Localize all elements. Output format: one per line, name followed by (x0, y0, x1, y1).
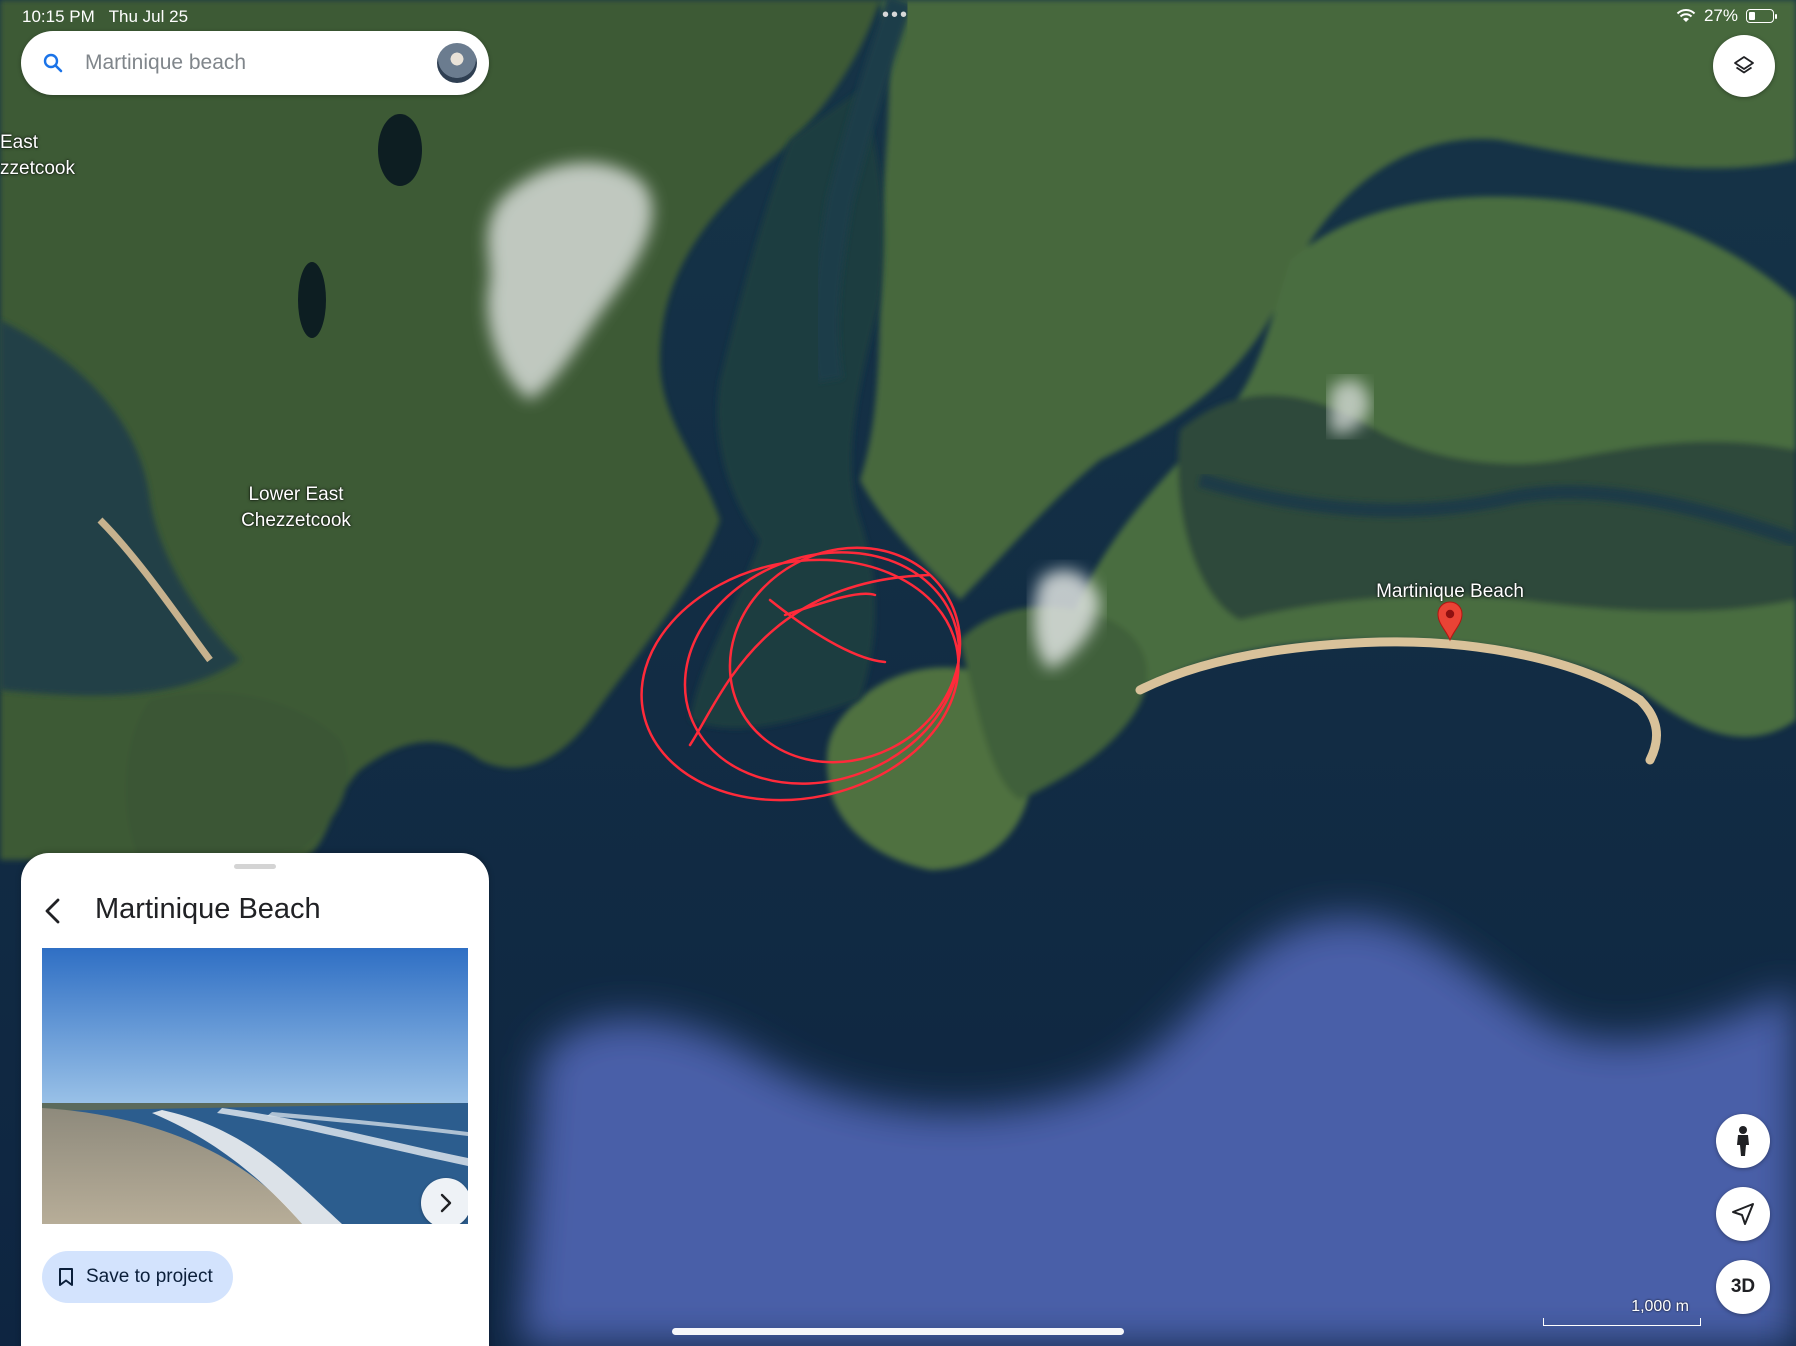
3d-toggle-button[interactable]: 3D (1716, 1260, 1770, 1314)
place-photo[interactable] (42, 948, 468, 1224)
save-to-project-button[interactable]: Save to project (42, 1251, 233, 1303)
home-indicator[interactable] (672, 1328, 1124, 1335)
search-bar[interactable] (21, 31, 489, 95)
avatar[interactable] (437, 43, 477, 83)
map-label-lower-east-chezzetcook[interactable]: Lower East Chezzetcook (230, 482, 362, 534)
back-button[interactable] (37, 895, 69, 927)
status-bar: 10:15 PM Thu Jul 25 ••• 27% (0, 0, 1796, 32)
layers-button[interactable] (1713, 35, 1775, 97)
battery-icon (1746, 9, 1777, 23)
status-right: 27% (1676, 6, 1777, 26)
map-scale: 1,000 m (1543, 1298, 1701, 1326)
search-icon (43, 53, 63, 73)
next-photo-button[interactable] (421, 1178, 468, 1224)
wifi-icon (1676, 9, 1696, 22)
map-label-east-chezzetcook[interactable]: East zzetcook (0, 130, 75, 182)
pegman-icon (1737, 1126, 1749, 1156)
search-input[interactable] (85, 51, 425, 75)
layers-icon (1734, 56, 1754, 74)
street-view-button[interactable] (1716, 1114, 1770, 1168)
scale-label: 1,000 m (1631, 1298, 1689, 1315)
drag-handle[interactable] (234, 864, 276, 869)
chevron-right-icon (440, 1193, 452, 1213)
multitasking-dots[interactable]: ••• (882, 4, 909, 27)
beach-photo (42, 948, 468, 1224)
place-title: Martinique Beach (95, 893, 321, 925)
map-label-martinique-beach[interactable]: Martinique Beach (1350, 579, 1550, 605)
navigation-arrow-icon (1732, 1203, 1754, 1225)
battery-percent: 27% (1703, 6, 1738, 25)
status-time: 10:15 PM Thu Jul 25 (22, 7, 189, 26)
bookmark-icon (59, 1268, 73, 1286)
save-to-project-label: Save to project (86, 1266, 213, 1287)
my-location-button[interactable] (1716, 1187, 1770, 1241)
scale-bar (1543, 1318, 1701, 1326)
chevron-left-icon (45, 898, 60, 924)
place-card[interactable]: Martinique Beach Save to project (21, 853, 489, 1346)
